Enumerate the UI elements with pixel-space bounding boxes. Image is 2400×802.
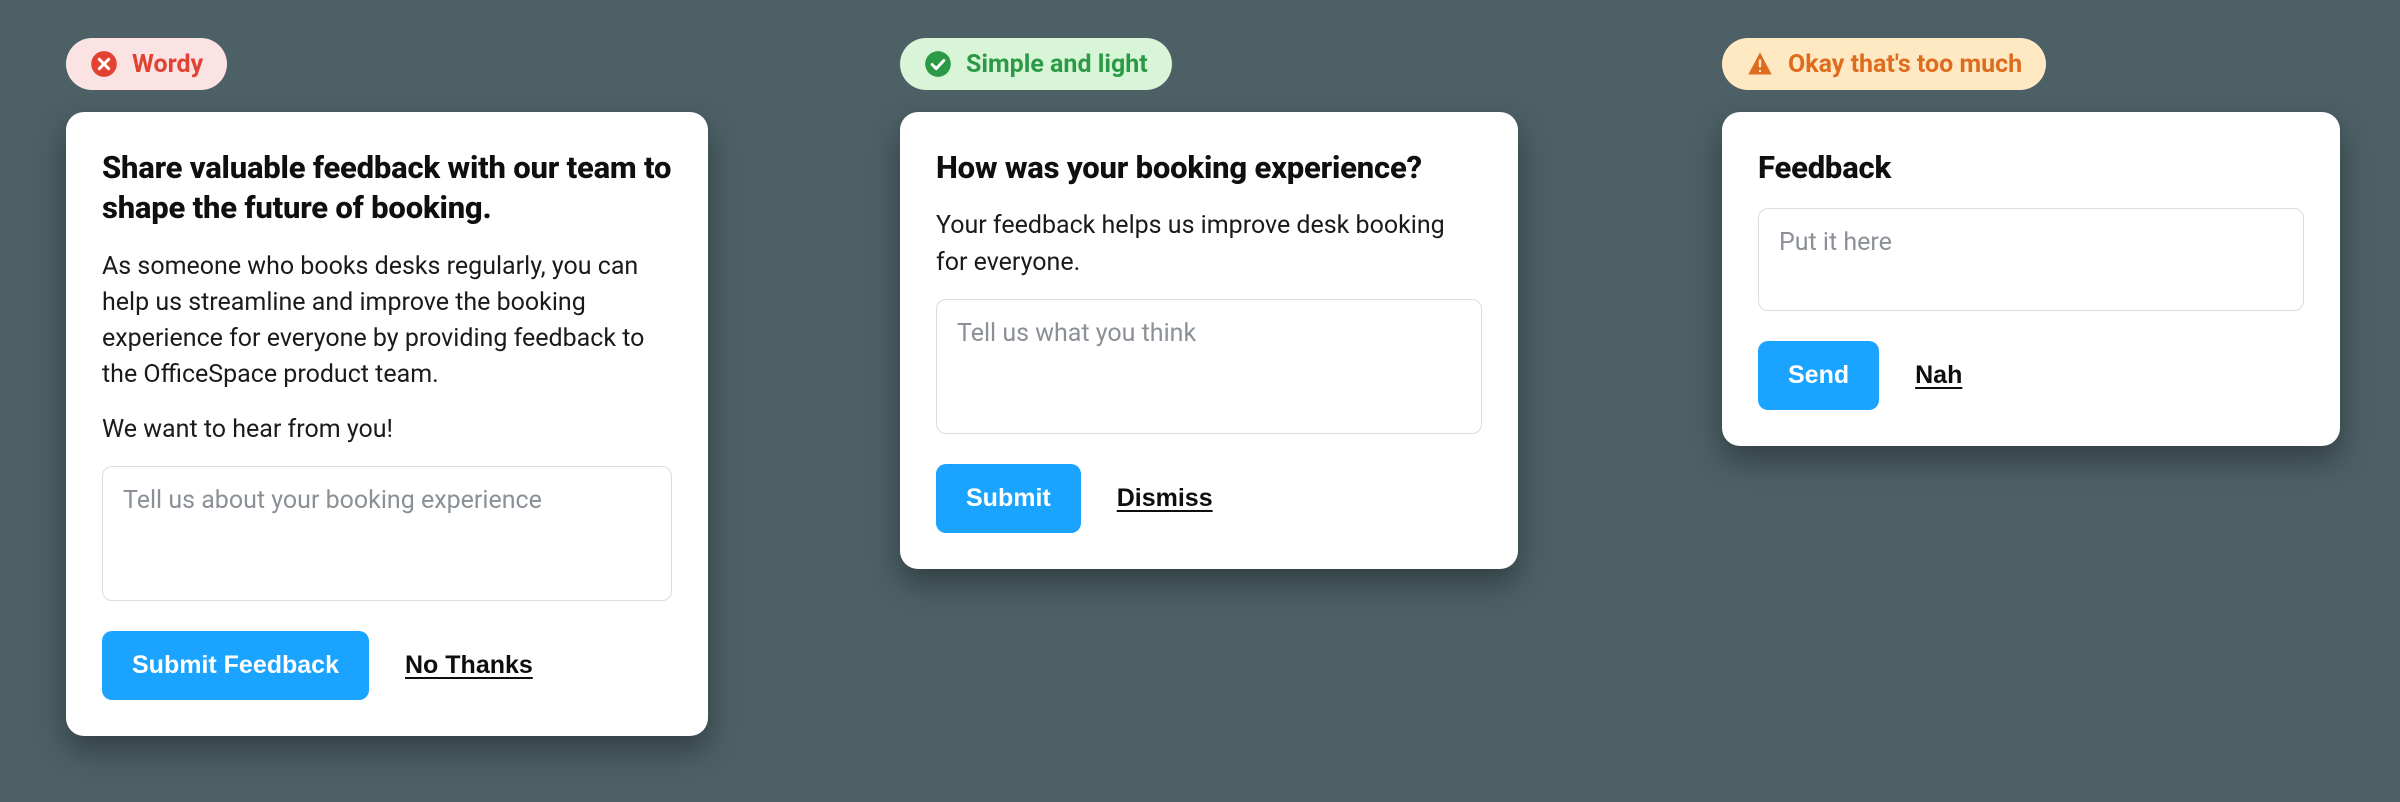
- badge-wordy: Wordy: [66, 38, 227, 90]
- send-button[interactable]: Send: [1758, 341, 1879, 410]
- feedback-input[interactable]: [1758, 208, 2304, 311]
- nah-button[interactable]: Nah: [1915, 361, 1962, 390]
- badge-label: Wordy: [132, 52, 203, 77]
- feedback-input[interactable]: [102, 466, 672, 602]
- card-body: As someone who books desks regularly, yo…: [102, 249, 672, 394]
- card-actions: Send Nah: [1758, 341, 2304, 410]
- dismiss-button[interactable]: Dismiss: [1117, 484, 1213, 513]
- feedback-card-minimal: Feedback Send Nah: [1722, 112, 2340, 446]
- card-title: Share valuable feedback with our team to…: [102, 148, 672, 229]
- badge-too-much: Okay that's too much: [1722, 38, 2046, 90]
- feedback-input[interactable]: [936, 299, 1482, 435]
- badge-label: Okay that's too much: [1788, 52, 2022, 77]
- submit-feedback-button[interactable]: Submit Feedback: [102, 631, 369, 700]
- check-circle-icon: [924, 50, 952, 78]
- feedback-card-simple: How was your booking experience? Your fe…: [900, 112, 1518, 569]
- feedback-card-wordy: Share valuable feedback with our team to…: [66, 112, 708, 736]
- card-body: Your feedback helps us improve desk book…: [936, 208, 1482, 281]
- submit-button[interactable]: Submit: [936, 464, 1081, 533]
- badge-label: Simple and light: [966, 52, 1148, 77]
- card-actions: Submit Dismiss: [936, 464, 1482, 533]
- x-circle-icon: [90, 50, 118, 78]
- warning-triangle-icon: [1746, 50, 1774, 78]
- card-title: How was your booking experience?: [936, 148, 1482, 188]
- no-thanks-button[interactable]: No Thanks: [405, 651, 533, 680]
- badge-simple: Simple and light: [900, 38, 1172, 90]
- card-body-2: We want to hear from you!: [102, 412, 672, 448]
- card-actions: Submit Feedback No Thanks: [102, 631, 672, 700]
- card-title: Feedback: [1758, 148, 2304, 188]
